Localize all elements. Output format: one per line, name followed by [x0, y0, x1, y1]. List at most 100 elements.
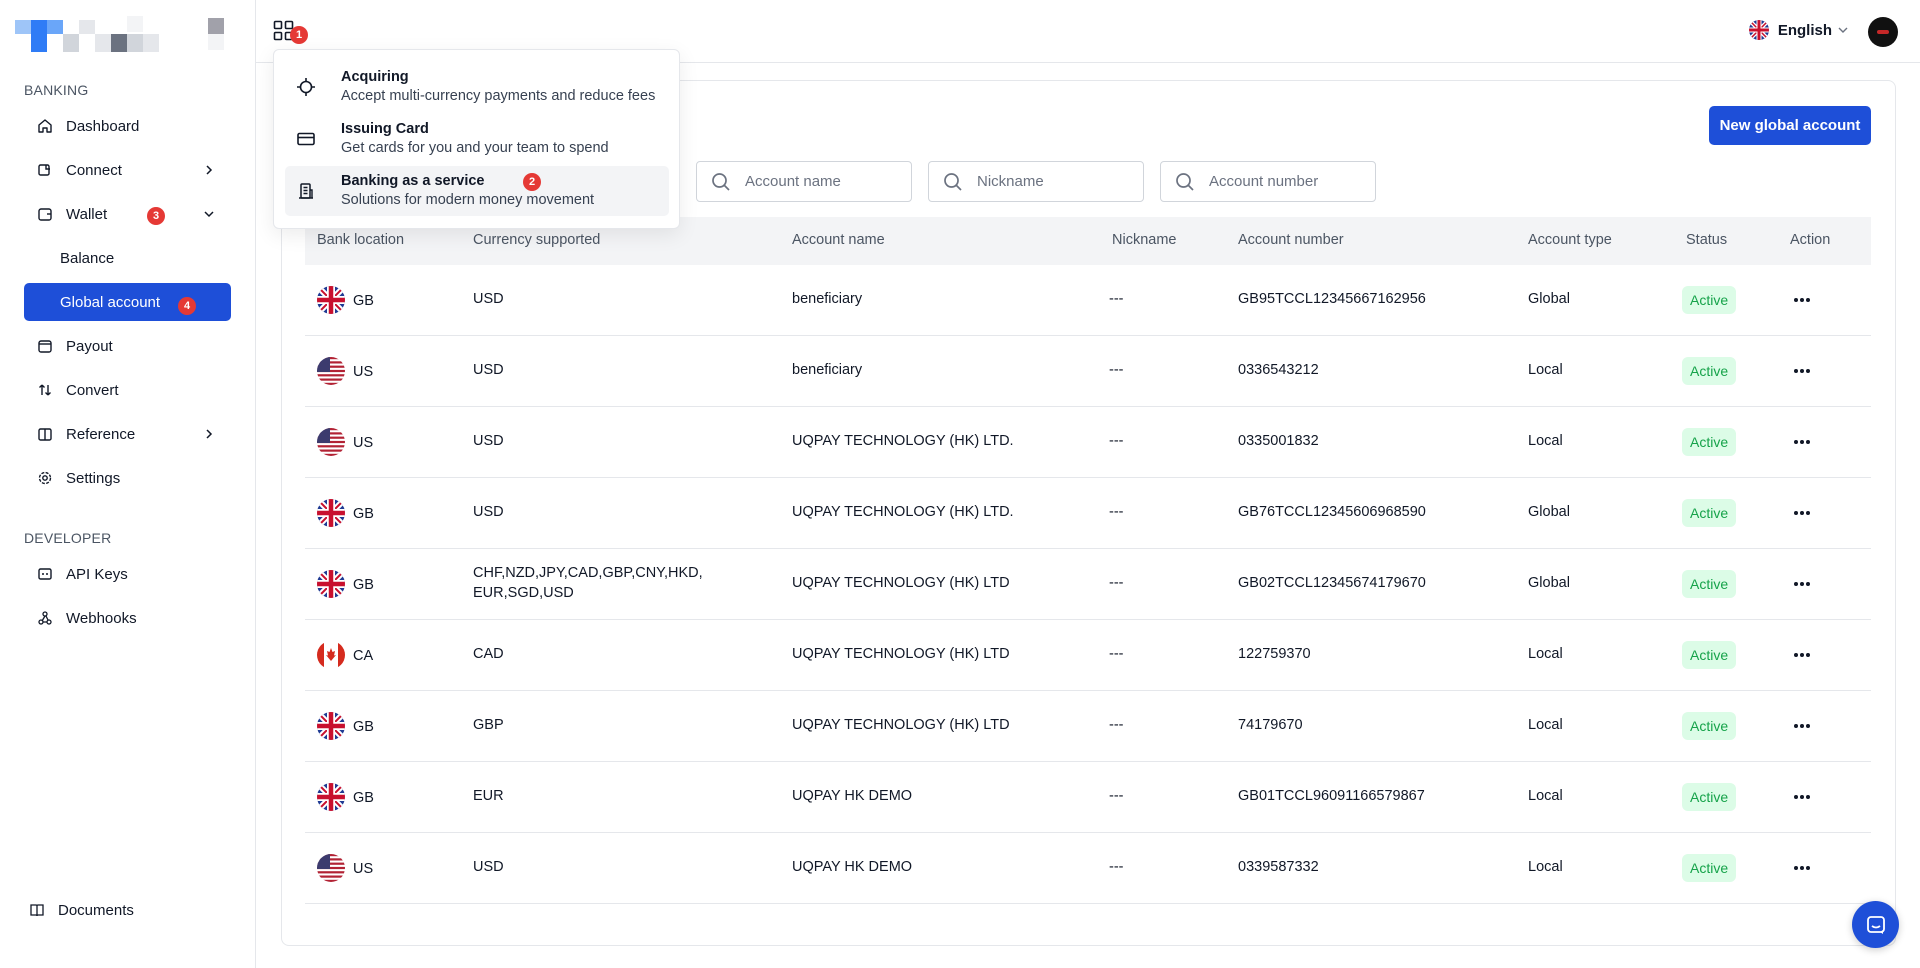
more-actions-button[interactable] — [1789, 713, 1815, 739]
column-header-nickname: Nickname — [1112, 232, 1177, 248]
status-badge: Active — [1682, 783, 1737, 811]
menu-item-banking-as-a-service[interactable]: Banking as a service Solutions for moder… — [285, 166, 669, 216]
more-horizontal-icon — [1794, 582, 1810, 586]
sidebar-item-webhooks[interactable]: Webhooks — [24, 599, 231, 637]
search-icon — [944, 172, 962, 191]
more-actions-button[interactable] — [1789, 855, 1815, 881]
sidebar-item-settings[interactable]: Settings — [24, 459, 231, 497]
sidebar-item-global-account[interactable]: Global account — [24, 283, 231, 321]
sidebar-item-label: Webhooks — [66, 609, 137, 627]
nickname: --- — [1109, 362, 1124, 378]
account-name-input[interactable] — [745, 173, 895, 190]
gb-flag-icon — [317, 783, 345, 811]
currency-supported: EUR — [473, 788, 504, 804]
sidebar-item-label: Convert — [66, 381, 119, 399]
sidebar-item-documents[interactable]: Documents — [16, 891, 223, 929]
currency-supported: USD — [473, 504, 504, 520]
column-header-account-type: Account type — [1528, 232, 1612, 248]
currency-supported: USD — [473, 433, 504, 449]
more-horizontal-icon — [1794, 724, 1810, 728]
currency-supported: GBP — [473, 717, 504, 733]
nickname-input[interactable] — [977, 173, 1127, 190]
account-name-search[interactable] — [696, 161, 912, 202]
convert-icon — [36, 381, 54, 399]
account-number: 122759370 — [1238, 646, 1311, 662]
sidebar-item-wallet[interactable]: Wallet — [24, 195, 231, 233]
table-row[interactable]: US USD UQPAY TECHNOLOGY (HK) LTD. --- 033500… — [305, 407, 1871, 478]
account-name: UQPAY TECHNOLOGY (HK) LTD — [792, 575, 1010, 591]
chat-button[interactable] — [1852, 901, 1899, 948]
connect-icon — [36, 161, 54, 179]
developer-section-label: DEVELOPER — [24, 530, 112, 546]
menu-item-title: Banking as a service — [341, 173, 485, 189]
account-name: UQPAY HK DEMO — [792, 788, 913, 804]
currency-supported: USD — [473, 362, 504, 378]
products-dropdown: Acquiring Accept multi-currency payments… — [273, 49, 680, 229]
currency-supported: CHF,NZD,JPY,CAD,GBP,CNY,HKD, — [473, 565, 703, 581]
menu-item-issuing-card[interactable]: Issuing Card Get cards for you and your … — [285, 114, 669, 164]
bank-location: GB — [353, 506, 374, 522]
account-name: beneficiary — [792, 362, 863, 378]
step-badge-4: 4 — [178, 297, 196, 315]
step-badge-2: 2 — [523, 173, 541, 191]
sidebar-item-reference[interactable]: Reference — [24, 415, 231, 453]
more-actions-button[interactable] — [1789, 642, 1815, 668]
nickname-search[interactable] — [928, 161, 1144, 202]
sidebar-item-label: Settings — [66, 469, 121, 487]
payout-icon — [36, 337, 54, 355]
more-actions-button[interactable] — [1789, 287, 1815, 313]
language-selector[interactable]: English — [1748, 20, 1848, 40]
account-number-input[interactable] — [1209, 173, 1359, 190]
table-row[interactable]: GB EUR UQPAY HK DEMO --- GB01TCCL96091166579… — [305, 762, 1871, 833]
column-header-currency: Currency supported — [473, 232, 601, 248]
avatar[interactable] — [1868, 17, 1898, 47]
status-badge: Active — [1682, 641, 1737, 669]
more-actions-button[interactable] — [1789, 429, 1815, 455]
sidebar-item-payout[interactable]: Payout — [24, 327, 231, 365]
account-number: 0339587332 — [1238, 859, 1319, 875]
search-icon — [712, 172, 730, 191]
table-row[interactable]: GB GBP UQPAY TECHNOLOGY (HK) LTD --- 7417967… — [305, 691, 1871, 762]
more-actions-button[interactable] — [1789, 784, 1815, 810]
sidebar-item-dashboard[interactable]: Dashboard — [24, 107, 231, 145]
menu-item-acquiring[interactable]: Acquiring Accept multi-currency payments… — [285, 62, 669, 112]
status-badge: Active — [1682, 854, 1737, 882]
account-name: UQPAY TECHNOLOGY (HK) LTD — [792, 717, 1010, 733]
account-number-search[interactable] — [1160, 161, 1376, 202]
bank-location: GB — [353, 719, 374, 735]
sidebar-item-api-keys[interactable]: API Keys — [24, 555, 231, 593]
more-horizontal-icon — [1794, 866, 1810, 870]
new-global-account-button[interactable]: New global account — [1709, 106, 1871, 145]
more-actions-button[interactable] — [1789, 358, 1815, 384]
sidebar-item-convert[interactable]: Convert — [24, 371, 231, 409]
nickname: --- — [1109, 859, 1124, 875]
sidebar-item-label: Dashboard — [66, 117, 140, 135]
column-header-account-number: Account number — [1238, 232, 1344, 248]
status-badge: Active — [1682, 357, 1737, 385]
sidebar-item-balance[interactable]: Balance — [24, 239, 231, 277]
status-badge: Active — [1682, 712, 1737, 740]
bank-location: GB — [353, 790, 374, 806]
account-type: Local — [1528, 433, 1563, 449]
step-badge-3: 3 — [147, 207, 165, 225]
table-row[interactable]: CA CAD UQPAY TECHNOLOGY (HK) LTD --- 1227593… — [305, 620, 1871, 691]
search-icon — [1176, 172, 1194, 191]
bank-location: CA — [353, 648, 374, 664]
us-flag-icon — [317, 428, 345, 456]
table-row[interactable]: GB USD UQPAY TECHNOLOGY (HK) LTD. --- GB76TC… — [305, 478, 1871, 549]
table-row[interactable]: GB USD beneficiary --- GB95TCCL1234566716295… — [305, 265, 1871, 336]
sidebar-item-label: Payout — [66, 337, 113, 355]
gear-icon — [36, 469, 54, 487]
home-icon — [36, 117, 54, 135]
table-row[interactable]: US USD beneficiary --- 0336543212 Local Active — [305, 336, 1871, 407]
logo[interactable] — [15, 16, 225, 52]
menu-item-desc: Solutions for modern money movement — [341, 192, 595, 208]
account-number: 0336543212 — [1238, 362, 1319, 378]
more-actions-button[interactable] — [1789, 500, 1815, 526]
more-actions-button[interactable] — [1789, 571, 1815, 597]
table-row[interactable]: GB CHF,NZD,JPY,CAD,GBP,CNY,HKD, EUR,SGD,US… — [305, 549, 1871, 620]
sidebar-item-connect[interactable]: Connect — [24, 151, 231, 189]
sidebar: BANKING Dashboard Connect Wallet 3 Balan… — [0, 0, 256, 968]
menu-item-desc: Get cards for you and your team to spend — [341, 140, 609, 156]
table-row[interactable]: US USD UQPAY HK DEMO --- 0339587332 Local Acti… — [305, 833, 1871, 904]
